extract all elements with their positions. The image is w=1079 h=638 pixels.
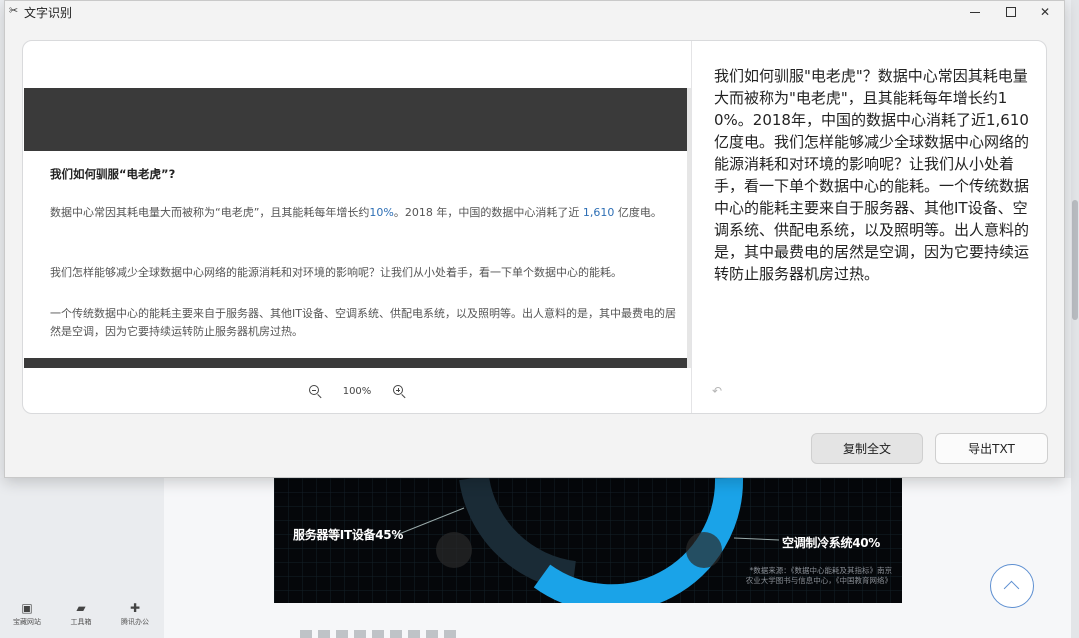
maximize-icon: [1006, 7, 1016, 17]
window-title: 文字识别: [24, 6, 73, 20]
copy-all-button[interactable]: 复制全文: [811, 433, 923, 464]
p1-text-e: 亿度电。: [617, 206, 662, 219]
ocr-window: ✂ 文字识别 ✕ 我们如何驯服“电老虎”? 数据中心常因其耗电量大而被称为“电老…: [4, 0, 1065, 478]
preview-paragraph-2: 我们怎样能够减少全球数据中心网络的能源消耗和对环境的影响呢？让我们从小处着手，看…: [50, 266, 622, 279]
close-button[interactable]: ✕: [1028, 1, 1062, 23]
source-line-1: *数据来源：《数据中心能耗及其指标》南京: [749, 566, 893, 575]
background-infographic: 服务器等IT设备45% 空调制冷系统40% *数据来源：《数据中心能耗及其指标》…: [274, 478, 902, 603]
zoom-level: 100%: [342, 385, 372, 397]
nav-label: 工具箱: [70, 618, 92, 626]
recognized-text[interactable]: 我们如何驯服"电老虎"？数据中心常因其耗电量大而被称为"电老虎"，且其能耗每年增…: [714, 65, 1032, 285]
background-scroll-thumb[interactable]: [1072, 200, 1078, 320]
bottom-nav: ▣ 宝藏网站 ▰ 工具箱 ✚ 腾讯办公: [0, 598, 164, 638]
label-cooling: 空调制冷系统40%: [782, 536, 881, 550]
back-to-top-button[interactable]: [990, 564, 1034, 608]
minimize-icon: [970, 11, 980, 13]
result-pane: 我们如何驯服"电老虎"？数据中心常因其耗电量大而被称为"电老虎"，且其能耗每年增…: [692, 41, 1046, 413]
export-txt-button[interactable]: 导出TXT: [935, 433, 1048, 464]
scissors-icon: ✂: [9, 4, 19, 17]
title-bar[interactable]: ✂ 文字识别 ✕: [5, 1, 1064, 23]
image-top-band: [24, 88, 687, 151]
p1-text-c: 。2018 年，中国的数据中心消耗了近: [393, 206, 580, 219]
minimize-button[interactable]: [958, 1, 992, 23]
content-panel: 我们如何驯服“电老虎”? 数据中心常因其耗电量大而被称为“电老虎”，且其能耗每年…: [22, 40, 1047, 414]
data-source-note: *数据来源：《数据中心能耗及其指标》南京 农业大学图书与信息中心，《中国教育网络…: [694, 566, 892, 586]
nav-item-toolbox[interactable]: ▰ 工具箱: [54, 598, 108, 638]
p1-highlight-percent: 10%: [369, 206, 394, 219]
close-icon: ✕: [1039, 5, 1051, 19]
zoom-out-button[interactable]: [308, 384, 322, 398]
source-line-2: 农业大学图书与信息中心，《中国教育网络》: [745, 576, 892, 585]
source-image[interactable]: 我们如何驯服“电老虎”? 数据中心常因其耗电量大而被称为“电老虎”，且其能耗每年…: [24, 88, 687, 368]
zoom-controls: 100%: [23, 379, 691, 403]
p1-highlight-number: 1,610: [582, 206, 615, 219]
video-icon: ▣: [21, 601, 33, 615]
office-icon: ✚: [129, 601, 141, 615]
maximize-button[interactable]: [994, 1, 1028, 23]
chip-glow-left: [436, 532, 472, 568]
image-bottom-band: [24, 358, 687, 368]
chip-glow-right: [686, 532, 722, 568]
nav-item-treasure-sites[interactable]: ▣ 宝藏网站: [0, 598, 54, 638]
preview-heading: 我们如何驯服“电老虎”?: [50, 167, 176, 181]
background-scrollbar[interactable]: [1071, 0, 1079, 638]
zoom-in-button[interactable]: [392, 384, 406, 398]
image-preview-pane: 我们如何驯服“电老虎”? 数据中心常因其耗电量大而被称为“电老虎”，且其能耗每年…: [23, 41, 691, 413]
background-text-fragment: [300, 630, 460, 638]
undo-icon[interactable]: ↶: [712, 384, 722, 398]
label-servers: 服务器等IT设备45%: [293, 528, 404, 542]
p1-text-a: 数据中心常因其耗电量大而被称为“电老虎”，且其能耗每年增长约: [50, 206, 370, 219]
zoom-out-icon: [309, 385, 319, 395]
nav-label: 腾讯办公: [121, 618, 149, 626]
preview-paragraph-1: 数据中心常因其耗电量大而被称为“电老虎”，且其能耗每年增长约10%。2018 年…: [50, 204, 682, 222]
nav-label: 宝藏网站: [13, 618, 41, 626]
zoom-in-icon: [393, 385, 403, 395]
nav-item-tencent-office[interactable]: ✚ 腾讯办公: [108, 598, 162, 638]
preview-paragraph-3: 一个传统数据中心的能耗主要来自于服务器、其他IT设备、空调系统、供配电系统，以及…: [50, 307, 676, 338]
toolbox-icon: ▰: [76, 601, 86, 615]
